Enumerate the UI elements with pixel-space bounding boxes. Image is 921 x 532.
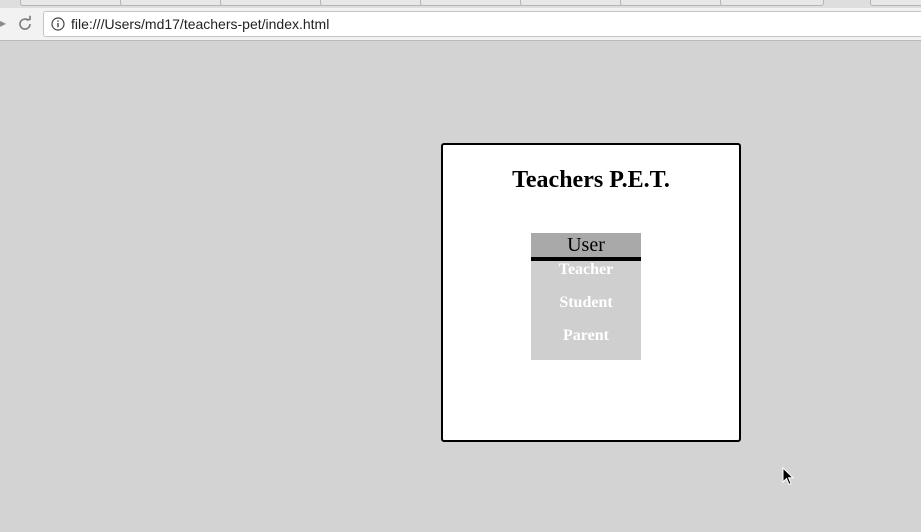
browser-tab[interactable] [520, 0, 624, 6]
tab-strip [0, 0, 921, 8]
browser-tab[interactable] [20, 0, 124, 6]
login-card: Teachers P.E.T. User Teacher Student Par… [441, 143, 741, 442]
dropdown-menu: Teacher Student Parent [531, 261, 641, 360]
forward-arrow-icon[interactable]: ▸ [0, 17, 6, 29]
browser-toolbar: ▸ file:///Users/md17/teachers-pet/index.… [0, 8, 921, 41]
browser-tab[interactable] [320, 0, 424, 6]
browser-tab[interactable] [620, 0, 724, 6]
new-tab-button[interactable] [870, 0, 921, 6]
address-bar[interactable]: file:///Users/md17/teachers-pet/index.ht… [43, 11, 921, 37]
dropdown-label[interactable]: User [531, 233, 641, 261]
browser-tab[interactable] [420, 0, 524, 6]
browser-tab[interactable] [120, 0, 224, 6]
menu-item-student[interactable]: Student [531, 294, 641, 327]
info-icon[interactable] [51, 17, 65, 31]
browser-tab[interactable] [220, 0, 324, 6]
user-dropdown[interactable]: User Teacher Student Parent [531, 233, 641, 360]
url-text[interactable]: file:///Users/md17/teachers-pet/index.ht… [71, 16, 329, 32]
reload-icon[interactable] [15, 14, 35, 34]
page-title: Teachers P.E.T. [512, 167, 670, 193]
menu-item-parent[interactable]: Parent [531, 327, 641, 360]
browser-tab[interactable] [720, 0, 824, 6]
mouse-pointer-icon [782, 466, 795, 487]
menu-item-teacher[interactable]: Teacher [531, 261, 641, 294]
